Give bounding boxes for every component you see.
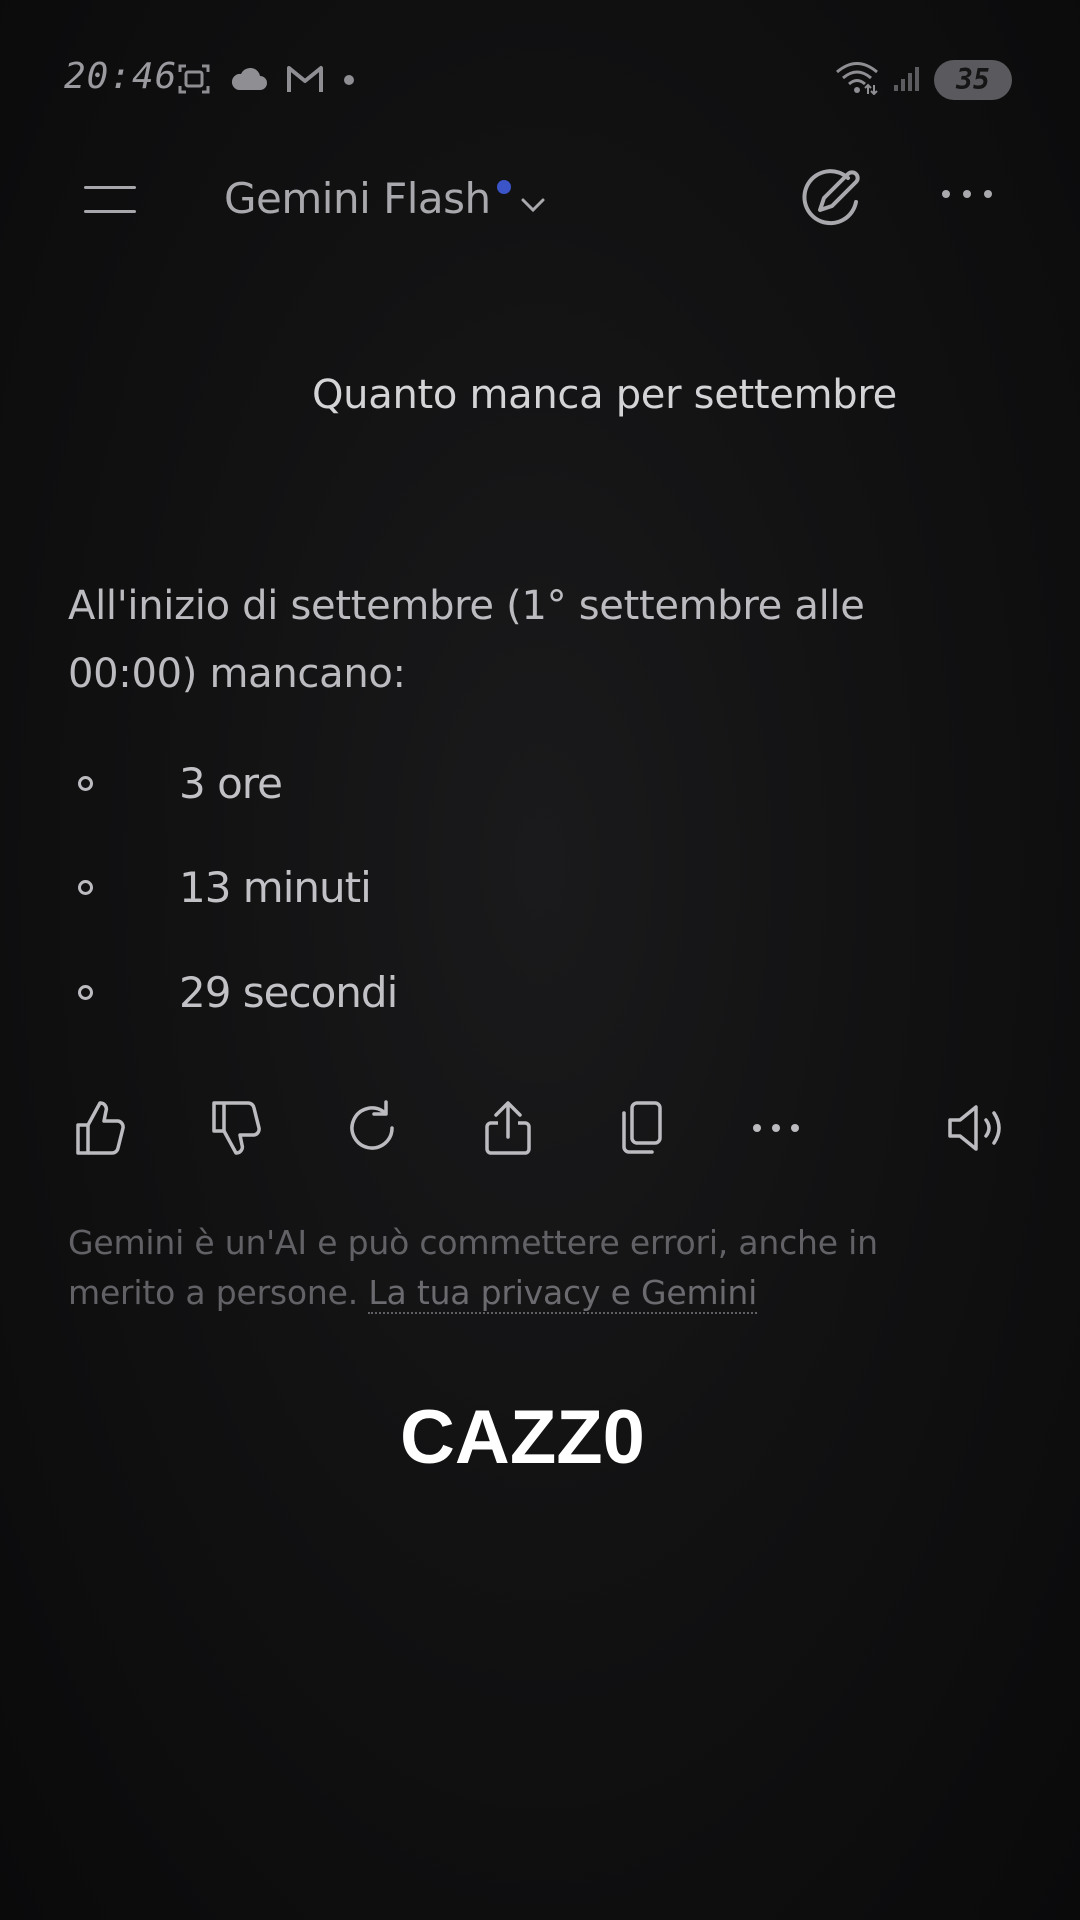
- menu-icon[interactable]: [84, 186, 140, 216]
- model-selector[interactable]: Gemini Flash: [224, 172, 547, 225]
- share-icon[interactable]: [478, 1096, 538, 1160]
- status-icons-left: [176, 62, 356, 100]
- model-name: Gemini Flash: [224, 174, 491, 223]
- list-item: 29 secondi: [78, 957, 398, 1027]
- dot-icon: [342, 72, 356, 91]
- more-actions-icon[interactable]: [746, 1096, 806, 1160]
- new-chat-edit-icon[interactable]: [798, 168, 866, 236]
- chevron-down-icon: [519, 176, 547, 225]
- status-bar: 20:46 35: [0, 0, 1080, 160]
- assistant-response: All'inizio di settembre (1° settembre al…: [68, 572, 928, 708]
- list-item: 13 minuti: [78, 852, 372, 922]
- thumbs-down-icon[interactable]: [206, 1096, 266, 1160]
- list-item: 3 ore: [78, 748, 283, 818]
- more-options-icon[interactable]: [940, 184, 994, 208]
- screenshot-icon: [176, 62, 212, 100]
- disclaimer: Gemini è un'AI e può commettere errori, …: [68, 1218, 968, 1318]
- status-icons-right: 35: [834, 60, 1012, 100]
- bullet-text: 29 secondi: [179, 967, 398, 1017]
- copy-icon[interactable]: [612, 1096, 672, 1160]
- bullet-icon: [78, 879, 93, 895]
- response-line-2: 00:00) mancano:: [68, 651, 406, 697]
- bullet-icon: [78, 775, 93, 791]
- user-message: Quanto manca per settembre: [312, 372, 897, 418]
- status-time: 20:46: [64, 56, 178, 97]
- signal-icon: [892, 63, 922, 97]
- disclaimer-prefix: merito a persone.: [68, 1273, 369, 1312]
- bullet-text: 13 minuti: [179, 862, 372, 912]
- battery-icon: 35: [934, 60, 1012, 100]
- speaker-icon[interactable]: [946, 1096, 1010, 1160]
- regenerate-icon[interactable]: [342, 1096, 402, 1160]
- disclaimer-line-1: Gemini è un'AI e può commettere errori, …: [68, 1223, 878, 1262]
- bullet-icon: [78, 984, 93, 1000]
- privacy-link[interactable]: La tua privacy e Gemini: [368, 1273, 757, 1314]
- response-action-bar: [0, 1090, 1080, 1170]
- bullet-text: 3 ore: [179, 758, 283, 808]
- gmail-icon: [286, 64, 324, 98]
- new-indicator-dot: [496, 179, 511, 194]
- wifi-icon: [834, 61, 880, 99]
- caption-overlay: CAZZ0: [400, 1395, 645, 1480]
- response-line-1: All'inizio di settembre (1° settembre al…: [68, 583, 865, 629]
- thumbs-up-icon[interactable]: [70, 1096, 130, 1160]
- cloud-icon: [230, 66, 268, 96]
- disclaimer-line-2: merito a persone. La tua privacy e Gemin…: [68, 1268, 968, 1318]
